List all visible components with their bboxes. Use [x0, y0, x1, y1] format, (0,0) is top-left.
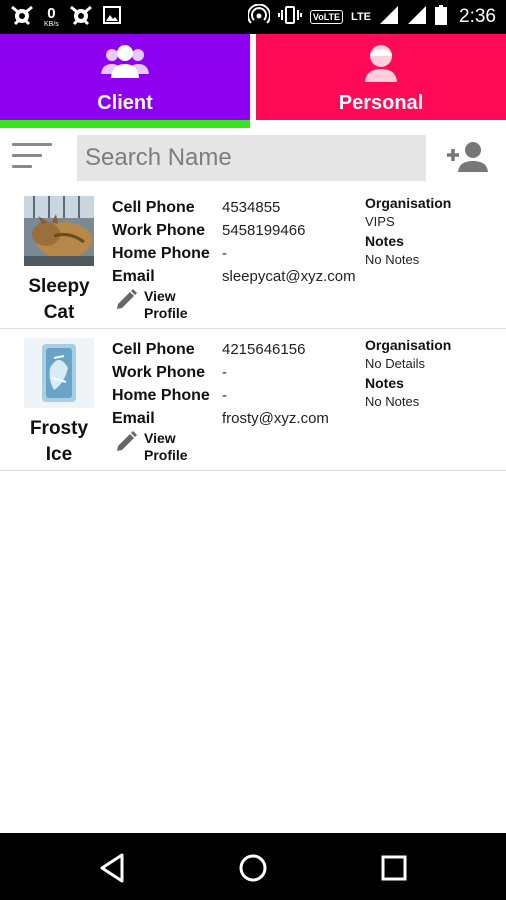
view-profile-line2: Profile: [144, 447, 188, 463]
tab-personal-label: Personal: [338, 92, 424, 114]
clock: 2:36: [459, 6, 496, 27]
contact-name: Sleepy Cat: [12, 274, 106, 326]
navigation-bar: [0, 833, 506, 900]
view-profile-button[interactable]: View Profile: [114, 430, 224, 466]
contact-name: Frosty Ice: [12, 416, 106, 468]
organisation-label: Organisation: [365, 195, 452, 211]
contact-row[interactable]: Frosty Ice Cell Phone Work Phone Home Ph…: [0, 328, 506, 471]
group-icon: [99, 42, 151, 89]
work-phone-label: Work Phone: [112, 222, 206, 239]
vibrate-icon: [277, 5, 302, 30]
person-icon: [361, 42, 401, 89]
home-icon: [239, 854, 267, 882]
home-phone-label: Home Phone: [112, 245, 210, 262]
avatar: [24, 338, 94, 408]
tab-client[interactable]: Client: [0, 34, 250, 120]
status-bar: 0 KB/s VoLTE LTE 2:36: [0, 0, 506, 34]
field-labels: Cell Phone Work Phone Home Phone Email: [112, 196, 210, 288]
contact-row[interactable]: Sleepy Cat Cell Phone Work Phone Home Ph…: [0, 186, 506, 329]
search-input[interactable]: [77, 135, 426, 181]
email-value[interactable]: sleepycat@xyz.com: [222, 265, 356, 288]
pencil-icon: [117, 289, 137, 309]
tab-selected-indicator: [0, 120, 250, 128]
view-profile-label: View Profile: [144, 430, 204, 464]
organisation-block: Organisation VIPS Notes No Notes: [365, 194, 500, 270]
organisation-block: Organisation No Details Notes No Notes: [365, 336, 500, 412]
cell-phone-label: Cell Phone: [112, 341, 195, 358]
antivirus-icon-2: [69, 4, 93, 31]
home-button[interactable]: [236, 851, 270, 885]
contact-name-line2: Ice: [45, 444, 73, 465]
view-profile-button[interactable]: View Profile: [114, 288, 224, 324]
notes-value: No Notes: [365, 252, 420, 267]
contact-name-line1: Sleepy: [28, 276, 90, 297]
contact-name-line2: Cat: [43, 302, 75, 323]
filter-icon-line: [12, 154, 42, 157]
avatar: [24, 196, 94, 266]
cell-phone-value[interactable]: 4215646156: [222, 338, 329, 361]
add-contact-button[interactable]: [444, 138, 490, 178]
pencil-icon: [117, 431, 137, 451]
lte-label: LTE: [351, 10, 372, 23]
notes-label: Notes: [365, 233, 404, 249]
organisation-label: Organisation: [365, 337, 452, 353]
email-label: Email: [112, 410, 155, 427]
recents-icon: [381, 855, 407, 881]
cell-phone-label: Cell Phone: [112, 199, 195, 216]
back-button[interactable]: [96, 851, 130, 885]
battery-icon: [435, 4, 448, 30]
notes-value: No Notes: [365, 394, 420, 409]
filter-icon-line: [12, 165, 32, 168]
notes-label: Notes: [365, 375, 404, 391]
antivirus-icon: [10, 4, 34, 31]
tab-client-label: Client: [97, 92, 153, 114]
recents-button[interactable]: [377, 851, 411, 885]
field-labels: Cell Phone Work Phone Home Phone Email: [112, 338, 210, 430]
email-value[interactable]: frosty@xyz.com: [222, 407, 329, 430]
volte-badge: VoLTE: [309, 10, 344, 24]
add-person-icon: [447, 142, 488, 172]
filter-sort-button[interactable]: [12, 143, 52, 173]
filter-icon: [12, 143, 52, 146]
organisation-value: No Details: [365, 356, 425, 371]
home-phone-value: -: [222, 245, 227, 262]
work-phone-label: Work Phone: [112, 364, 206, 381]
view-profile-label: View Profile: [144, 288, 204, 322]
organisation-value: VIPS: [365, 214, 395, 229]
home-phone-label: Home Phone: [112, 387, 210, 404]
back-icon: [100, 853, 124, 883]
view-profile-line2: Profile: [144, 305, 188, 321]
cell-phone-value[interactable]: 4534855: [222, 196, 356, 219]
network-speed-value: 0: [47, 5, 56, 22]
signal-icon-2: [407, 5, 427, 30]
work-phone-value[interactable]: 5458199466: [222, 219, 356, 242]
network-speed: 0 KB/s: [44, 6, 59, 28]
field-values: 4215646156 - - frosty@xyz.com: [222, 338, 329, 430]
email-label: Email: [112, 268, 155, 285]
hotspot-icon: [246, 3, 271, 31]
view-profile-line1: View: [144, 288, 176, 304]
home-phone-value: -: [222, 387, 227, 404]
image-icon: [102, 5, 121, 29]
contact-name-line1: Frosty: [29, 418, 89, 439]
view-profile-line1: View: [144, 430, 176, 446]
search-box: [77, 135, 426, 181]
work-phone-value: -: [222, 364, 227, 381]
signal-icon: [379, 5, 399, 30]
field-values: 4534855 5458199466 - sleepycat@xyz.com: [222, 196, 356, 288]
network-speed-unit: KB/s: [44, 21, 59, 28]
tab-personal[interactable]: Personal: [256, 34, 506, 120]
